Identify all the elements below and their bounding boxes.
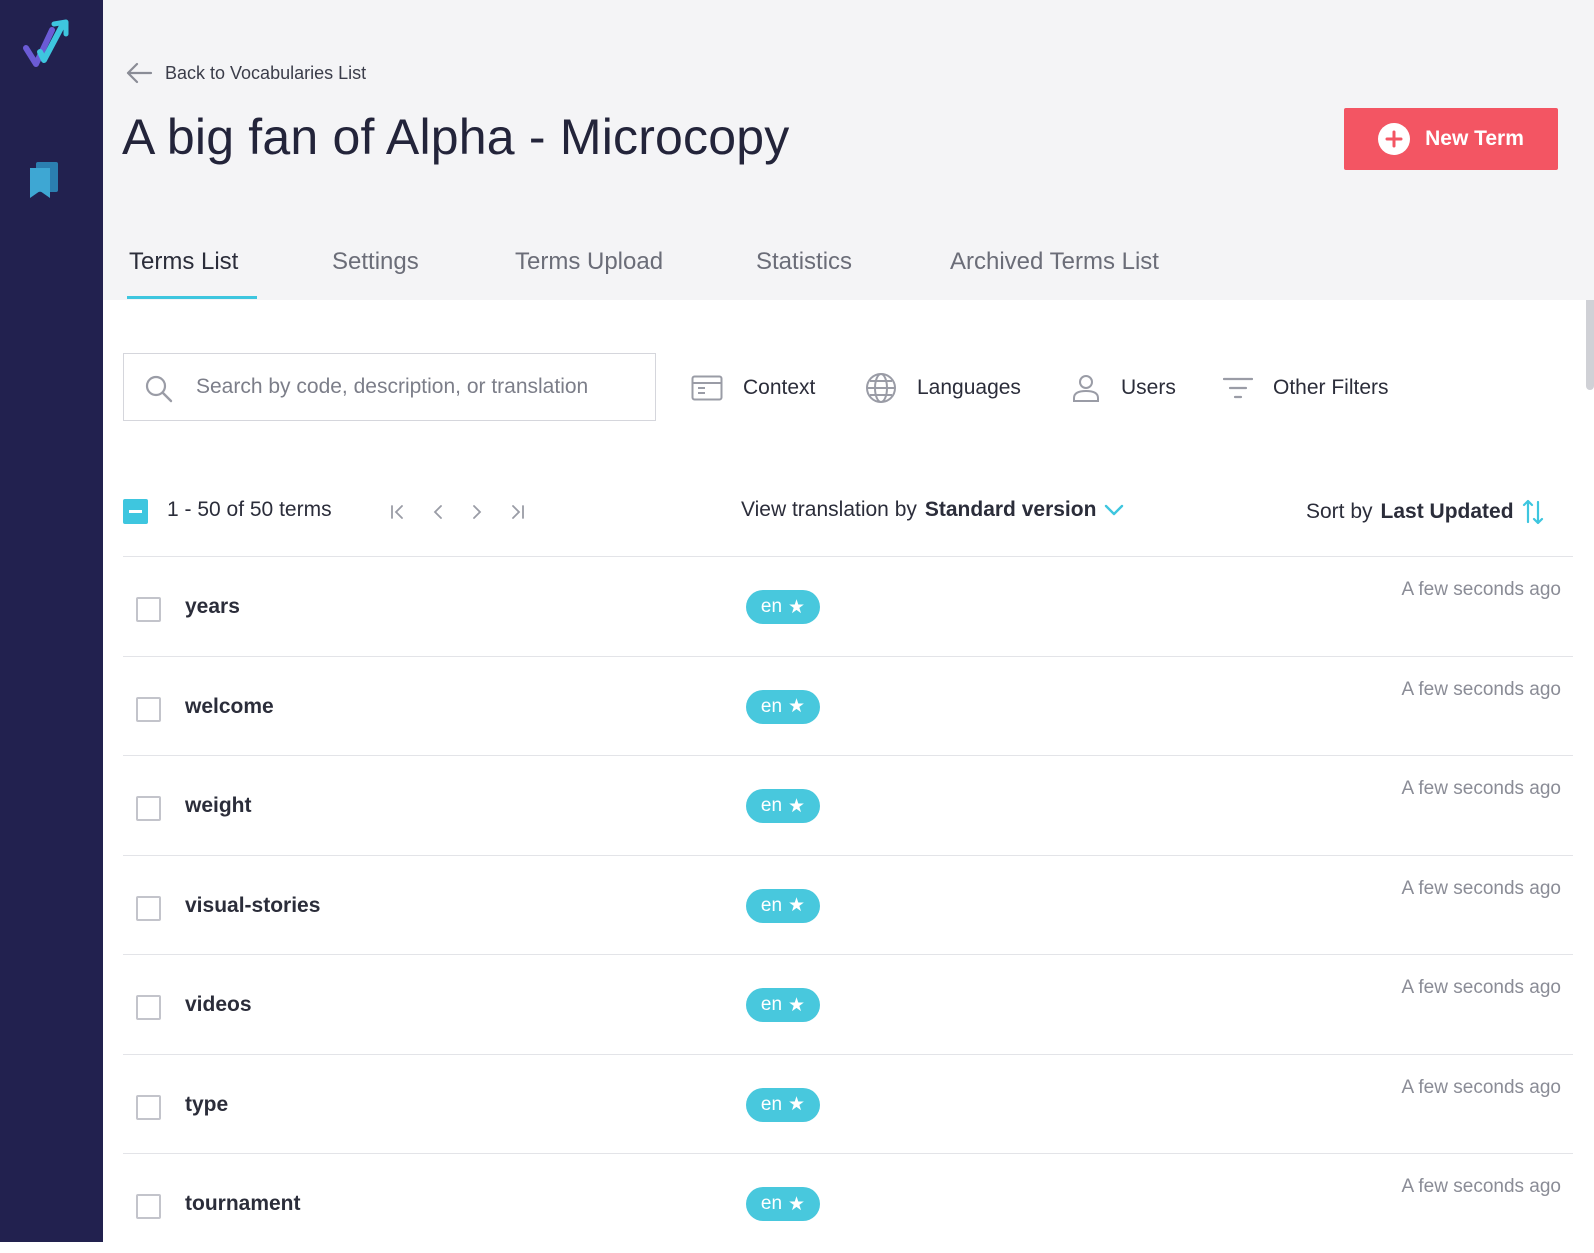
updated-time: A few seconds ago	[1401, 877, 1562, 899]
terms-count: 1 - 50 of 50 terms	[167, 498, 332, 521]
window-icon	[691, 375, 723, 401]
updated-time: A few seconds ago	[1401, 579, 1562, 600]
term-code: welcome	[185, 694, 274, 718]
select-all-checkbox[interactable]	[123, 499, 148, 524]
table-row[interactable]: welcome en ★ A few seconds ago	[123, 655, 1573, 756]
term-code: tournament	[185, 1192, 301, 1215]
bookmark-icon[interactable]	[28, 160, 60, 200]
prev-page-icon[interactable]	[425, 499, 451, 525]
chevron-down-icon	[1105, 504, 1124, 516]
language-code: en	[760, 994, 783, 1015]
term-code: visual-stories	[185, 893, 321, 917]
updated-time: A few seconds ago	[1401, 1076, 1562, 1098]
row-checkbox[interactable]	[136, 1094, 161, 1120]
row-checkbox[interactable]	[136, 895, 161, 921]
language-code: en	[760, 1093, 783, 1115]
language-badge[interactable]: en ★	[746, 789, 820, 823]
search-input[interactable]	[196, 354, 646, 420]
search-icon	[145, 375, 173, 403]
language-badge[interactable]: en ★	[746, 1087, 820, 1122]
language-badge[interactable]: en ★	[746, 689, 820, 724]
star-icon: ★	[788, 895, 806, 916]
page-title: A big fan of Alpha - Microcopy	[122, 109, 790, 165]
table-row[interactable]: years en ★ A few seconds ago	[123, 556, 1573, 656]
star-icon: ★	[788, 795, 806, 817]
view-translation-prefix: View translation by	[741, 498, 917, 521]
app-logo-icon[interactable]	[22, 18, 72, 70]
sort-arrows-icon	[1522, 499, 1543, 525]
table-row[interactable]: tournament en ★ A few seconds ago	[123, 1153, 1573, 1253]
table-row[interactable]: videos en ★ A few seconds ago	[123, 954, 1573, 1054]
sidebar	[0, 0, 103, 1242]
table-row[interactable]: weight en ★ A few seconds ago	[123, 755, 1573, 855]
language-code: en	[760, 596, 783, 617]
star-icon: ★	[788, 596, 806, 618]
language-badge[interactable]: en ★	[746, 888, 820, 923]
filter-icon	[1223, 377, 1253, 399]
tab-terms-upload[interactable]: Terms Upload	[515, 236, 663, 300]
table-row[interactable]: visual-stories en ★ A few seconds ago	[123, 854, 1573, 955]
row-checkbox[interactable]	[136, 696, 161, 722]
globe-icon	[866, 373, 896, 403]
language-badge[interactable]: en ★	[746, 590, 820, 624]
star-icon: ★	[788, 994, 806, 1016]
table-row[interactable]: type en ★ A few seconds ago	[123, 1053, 1573, 1154]
filter-context-label: Context	[743, 376, 816, 399]
tab-bar: Terms List Settings Terms Upload Statist…	[103, 236, 1594, 300]
view-translation-value: Standard version	[924, 498, 1097, 521]
filter-context[interactable]: Context	[691, 370, 815, 406]
row-checkbox[interactable]	[136, 597, 161, 622]
tab-statistics[interactable]: Statistics	[756, 236, 852, 300]
tab-archived-terms-list[interactable]: Archived Terms List	[950, 236, 1159, 300]
language-code: en	[760, 795, 783, 816]
row-checkbox[interactable]	[136, 796, 161, 821]
new-term-button[interactable]: New Term	[1344, 108, 1558, 170]
plus-icon	[1378, 123, 1411, 155]
filter-other[interactable]: Other Filters	[1223, 370, 1389, 406]
back-link-label: Back to Vocabularies List	[165, 62, 367, 83]
main-content: Back to Vocabularies List A big fan of A…	[103, 0, 1594, 1242]
term-code: videos	[185, 993, 252, 1016]
terms-list: years en ★ A few seconds ago welcome en ★ …	[123, 556, 1573, 1253]
page-header: Back to Vocabularies List A big fan of A…	[103, 0, 1594, 300]
search-box	[123, 353, 656, 421]
term-code: weight	[185, 794, 252, 817]
tab-terms-list[interactable]: Terms List	[129, 236, 238, 300]
filter-languages-label: Languages	[917, 376, 1021, 399]
language-badge[interactable]: en ★	[746, 988, 820, 1022]
next-page-icon[interactable]	[464, 499, 490, 525]
terms-toolbar: 1 - 50 of 50 terms View translation by S…	[123, 490, 1573, 534]
back-link[interactable]: Back to Vocabularies List	[125, 58, 366, 88]
view-translation-dropdown[interactable]: View translation by Standard version	[741, 498, 1124, 522]
first-page-icon[interactable]	[385, 499, 411, 525]
star-icon: ★	[788, 696, 806, 717]
star-icon: ★	[788, 1193, 806, 1215]
row-checkbox[interactable]	[136, 1194, 161, 1219]
last-page-icon[interactable]	[504, 499, 530, 525]
sort-dropdown[interactable]: Sort by Last Updated	[1306, 498, 1544, 526]
updated-time: A few seconds ago	[1401, 678, 1562, 700]
language-code: en	[760, 695, 783, 717]
filter-users[interactable]: Users	[1071, 370, 1176, 406]
sort-prefix: Sort by	[1306, 500, 1373, 523]
user-icon	[1073, 375, 1099, 402]
sort-value: Last Updated	[1380, 500, 1514, 523]
active-tab-indicator	[127, 296, 257, 299]
filter-languages[interactable]: Languages	[865, 370, 1021, 406]
updated-time: A few seconds ago	[1401, 1176, 1562, 1197]
updated-time: A few seconds ago	[1401, 977, 1562, 998]
language-badge[interactable]: en ★	[746, 1187, 820, 1221]
row-checkbox[interactable]	[136, 995, 161, 1020]
term-code: years	[185, 595, 240, 618]
updated-time: A few seconds ago	[1401, 778, 1562, 799]
filter-other-label: Other Filters	[1273, 376, 1389, 399]
term-code: type	[185, 1092, 229, 1116]
filter-users-label: Users	[1121, 376, 1176, 399]
new-term-label: New Term	[1425, 127, 1524, 150]
language-code: en	[760, 894, 783, 916]
language-code: en	[760, 1193, 783, 1214]
arrow-left-icon	[126, 62, 153, 84]
tab-settings[interactable]: Settings	[332, 236, 419, 300]
star-icon: ★	[788, 1094, 806, 1115]
